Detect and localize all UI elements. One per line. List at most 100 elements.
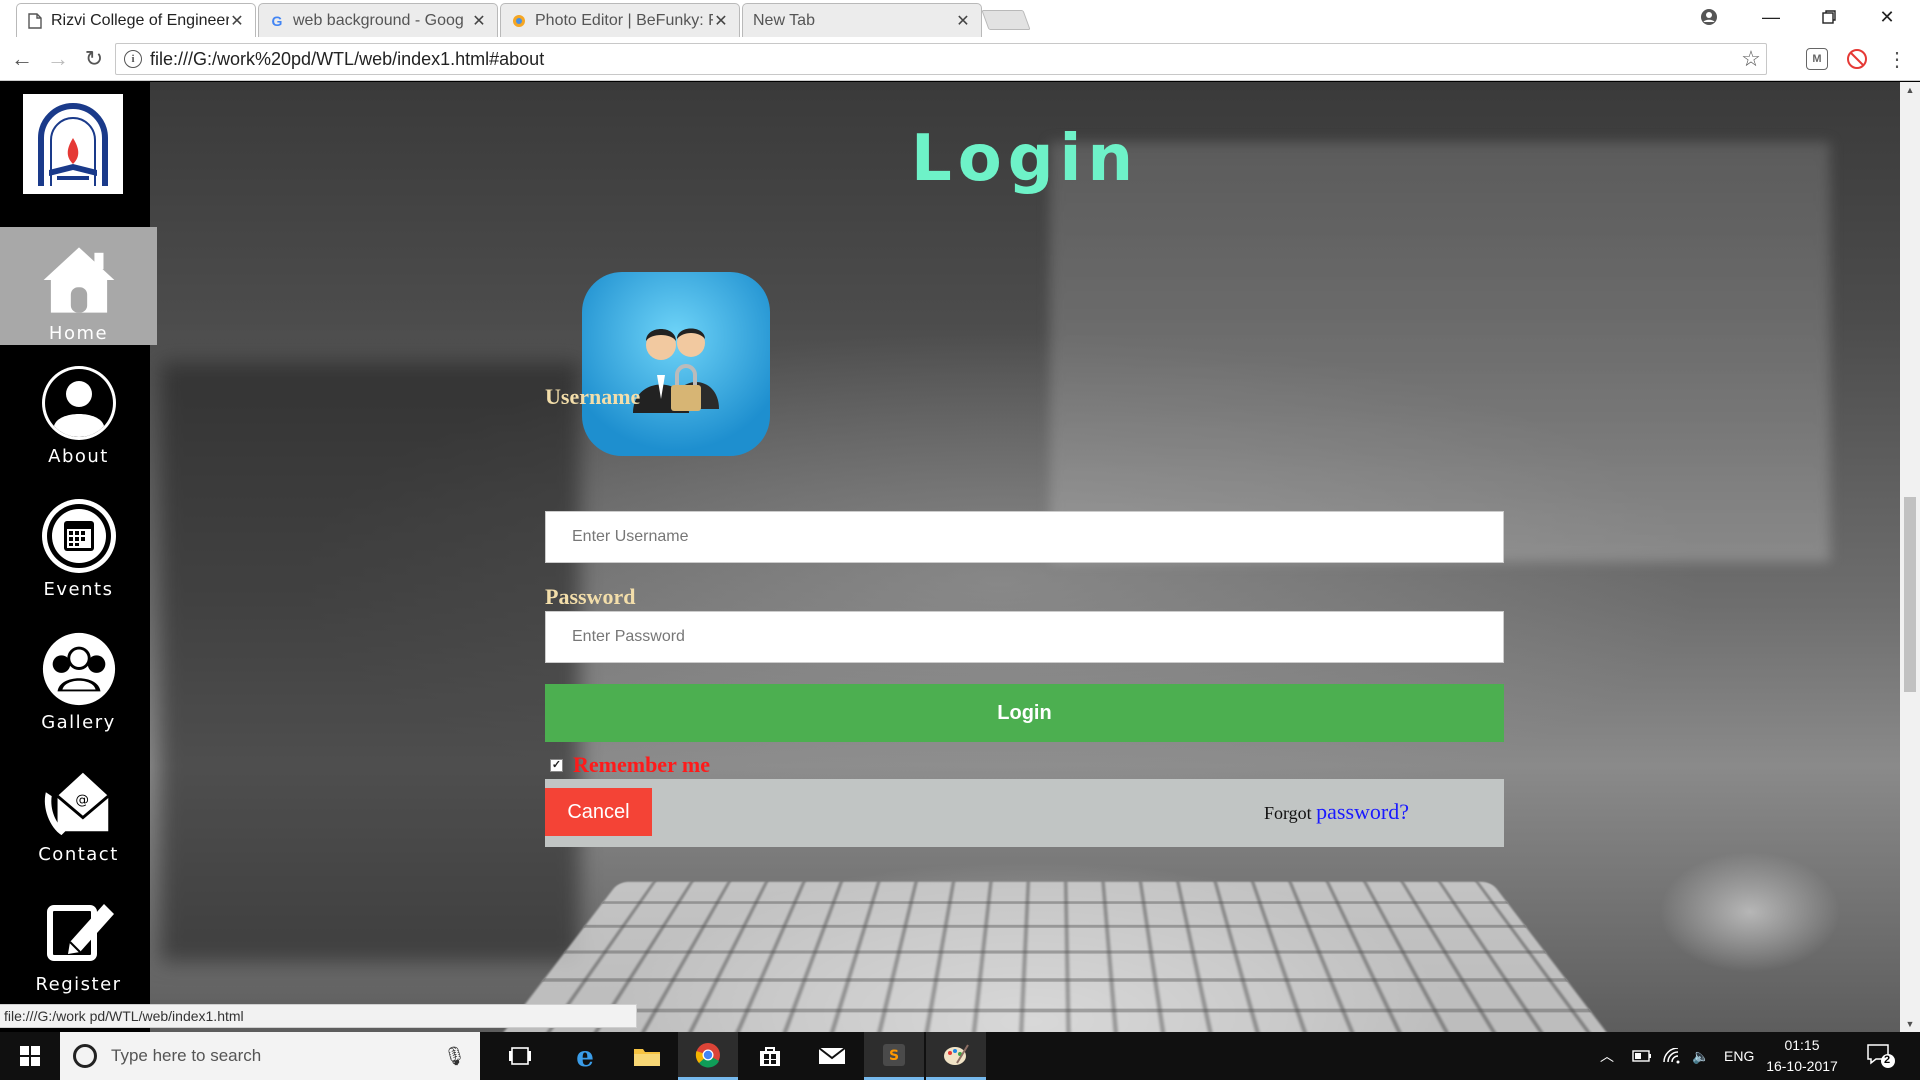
taskbar-clock[interactable]: 01:15 16-10-2017 bbox=[1762, 1035, 1842, 1077]
page-viewport: Home About Events Gallery @ Contact Regi… bbox=[0, 82, 1900, 1032]
restore-button[interactable] bbox=[1800, 0, 1858, 34]
scroll-down-icon[interactable]: ▼ bbox=[1900, 1016, 1920, 1032]
close-icon[interactable]: ✕ bbox=[713, 11, 729, 31]
close-icon[interactable]: ✕ bbox=[229, 11, 245, 31]
scroll-up-icon[interactable]: ▲ bbox=[1900, 82, 1920, 98]
url-text[interactable]: file:///G:/work%20pd/WTL/web/index1.html… bbox=[150, 49, 1736, 70]
menu-icon[interactable]: ⋮ bbox=[1886, 48, 1908, 71]
windows-taskbar: Type here to search 🎙 e S ︿ 🔈 ENG 01:15 … bbox=[0, 1032, 1920, 1080]
cortana-icon bbox=[73, 1044, 97, 1068]
profile-icon[interactable] bbox=[1680, 0, 1738, 34]
clock-date: 16-10-2017 bbox=[1766, 1058, 1838, 1074]
page-scrollbar[interactable]: ▲ ▼ bbox=[1900, 82, 1920, 1032]
wifi-icon[interactable] bbox=[1662, 1032, 1682, 1080]
tab-title: New Tab bbox=[753, 11, 815, 29]
page-title: Login bbox=[910, 122, 1140, 196]
group-icon bbox=[40, 630, 118, 708]
sidebar-nav: Home About Events Gallery @ Contact Regi… bbox=[0, 82, 157, 1032]
sidebar-item-home[interactable]: Home bbox=[0, 227, 157, 345]
login-button[interactable]: Login bbox=[545, 684, 1504, 742]
user-icon bbox=[40, 364, 118, 442]
minimize-button[interactable]: — bbox=[1742, 0, 1800, 34]
befunky-icon bbox=[511, 13, 527, 29]
password-input[interactable]: Enter Password bbox=[545, 611, 1504, 663]
sidebar-item-label: Gallery bbox=[41, 712, 116, 733]
sidebar-item-label: Home bbox=[48, 323, 109, 344]
browser-tab-newtab[interactable]: New Tab ✕ bbox=[742, 3, 982, 37]
tab-title: Photo Editor | BeFunky: F bbox=[535, 11, 713, 29]
browser-tab-google[interactable]: G web background - Goog ✕ bbox=[258, 3, 498, 37]
sidebar-item-about[interactable]: About bbox=[0, 364, 157, 482]
background-keyboard-rows bbox=[496, 881, 1614, 1032]
page-icon bbox=[27, 12, 43, 29]
scroll-thumb[interactable] bbox=[1904, 497, 1916, 692]
form-footer: Cancel Forgot password? bbox=[545, 779, 1504, 847]
username-label: Username bbox=[545, 384, 641, 409]
battery-icon[interactable] bbox=[1632, 1032, 1652, 1080]
info-icon[interactable]: i bbox=[124, 50, 142, 68]
login-avatar-image bbox=[582, 272, 770, 456]
forgot-prefix: Forgot bbox=[1263, 803, 1312, 823]
google-icon: G bbox=[271, 12, 283, 29]
forward-button[interactable]: → bbox=[44, 45, 72, 73]
sidebar-item-label: Events bbox=[43, 579, 114, 600]
mail-icon[interactable] bbox=[802, 1032, 862, 1080]
sidebar-item-register[interactable]: Register bbox=[0, 892, 157, 1010]
link-status-bar: file:///G:/work pd/WTL/web/index1.html bbox=[0, 1004, 637, 1028]
windows-start-button[interactable] bbox=[0, 1032, 60, 1080]
store-icon[interactable] bbox=[740, 1032, 800, 1080]
background-shadow-blur bbox=[160, 362, 580, 962]
language-indicator[interactable]: ENG bbox=[1724, 1032, 1754, 1080]
home-icon bbox=[40, 241, 118, 319]
calendar-icon bbox=[40, 497, 118, 575]
task-view-icon[interactable] bbox=[490, 1032, 550, 1080]
address-bar[interactable]: i file:///G:/work%20pd/WTL/web/index1.ht… bbox=[115, 43, 1767, 75]
tab-title: Rizvi College of Engineer bbox=[51, 11, 229, 29]
microphone-icon[interactable]: 🎙 bbox=[443, 1046, 466, 1067]
paint-icon[interactable] bbox=[926, 1032, 986, 1080]
extension-blocker-icon[interactable] bbox=[1846, 48, 1868, 70]
bookmark-star-icon[interactable]: ☆ bbox=[1736, 46, 1766, 72]
close-icon[interactable]: ✕ bbox=[471, 11, 487, 31]
browser-toolbar: ← → ↻ i file:///G:/work%20pd/WTL/web/ind… bbox=[0, 37, 1920, 81]
forgot-password: Forgot password? bbox=[1264, 799, 1409, 825]
action-center-icon[interactable]: 2 bbox=[1866, 1032, 1896, 1080]
background-window-blur bbox=[1050, 142, 1830, 562]
remember-me: ✓ Remember me bbox=[550, 752, 710, 778]
username-input[interactable]: Enter Username bbox=[545, 511, 1504, 563]
browser-tab-rizvi[interactable]: Rizvi College of Engineer ✕ bbox=[16, 3, 256, 37]
volume-icon[interactable]: 🔈 bbox=[1692, 1032, 1709, 1080]
svg-text:@: @ bbox=[75, 792, 90, 808]
close-icon[interactable]: ✕ bbox=[955, 11, 971, 31]
chrome-icon[interactable] bbox=[678, 1032, 738, 1080]
cancel-button[interactable]: Cancel bbox=[545, 788, 652, 836]
tray-overflow-icon[interactable]: ︿ bbox=[1600, 1032, 1614, 1080]
new-tab-button[interactable] bbox=[981, 10, 1031, 30]
remember-checkbox[interactable]: ✓ bbox=[550, 758, 563, 772]
back-button[interactable]: ← bbox=[8, 45, 36, 73]
college-logo[interactable] bbox=[23, 94, 123, 194]
edge-icon[interactable]: e bbox=[555, 1032, 615, 1080]
taskbar-search[interactable]: Type here to search 🎙 bbox=[60, 1032, 480, 1080]
file-explorer-icon[interactable] bbox=[617, 1032, 677, 1080]
forgot-password-link[interactable]: password? bbox=[1316, 799, 1409, 824]
sidebar-item-label: Register bbox=[35, 974, 122, 995]
browser-tab-befunky[interactable]: Photo Editor | BeFunky: F ✕ bbox=[500, 3, 740, 37]
sidebar-item-events[interactable]: Events bbox=[0, 497, 157, 615]
notification-count: 2 bbox=[1884, 1054, 1891, 1066]
sidebar-item-gallery[interactable]: Gallery bbox=[0, 630, 157, 748]
sidebar-item-label: About bbox=[48, 446, 109, 467]
browser-tab-strip: Rizvi College of Engineer ✕ G web backgr… bbox=[0, 0, 1920, 37]
remember-label[interactable]: Remember me bbox=[573, 752, 710, 778]
extension-icon[interactable]: M bbox=[1806, 48, 1828, 70]
search-placeholder: Type here to search bbox=[111, 1046, 262, 1065]
tab-title: web background - Goog bbox=[293, 11, 464, 29]
sidebar-item-contact[interactable]: @ Contact bbox=[0, 762, 157, 880]
window-close-button[interactable]: ✕ bbox=[1858, 0, 1916, 34]
clock-time: 01:15 bbox=[1784, 1037, 1820, 1053]
edit-icon bbox=[40, 892, 118, 970]
mail-phone-icon: @ bbox=[40, 762, 118, 840]
sublime-text-icon[interactable]: S bbox=[864, 1032, 924, 1080]
sidebar-item-label: Contact bbox=[38, 844, 119, 865]
reload-button[interactable]: ↻ bbox=[80, 45, 108, 73]
